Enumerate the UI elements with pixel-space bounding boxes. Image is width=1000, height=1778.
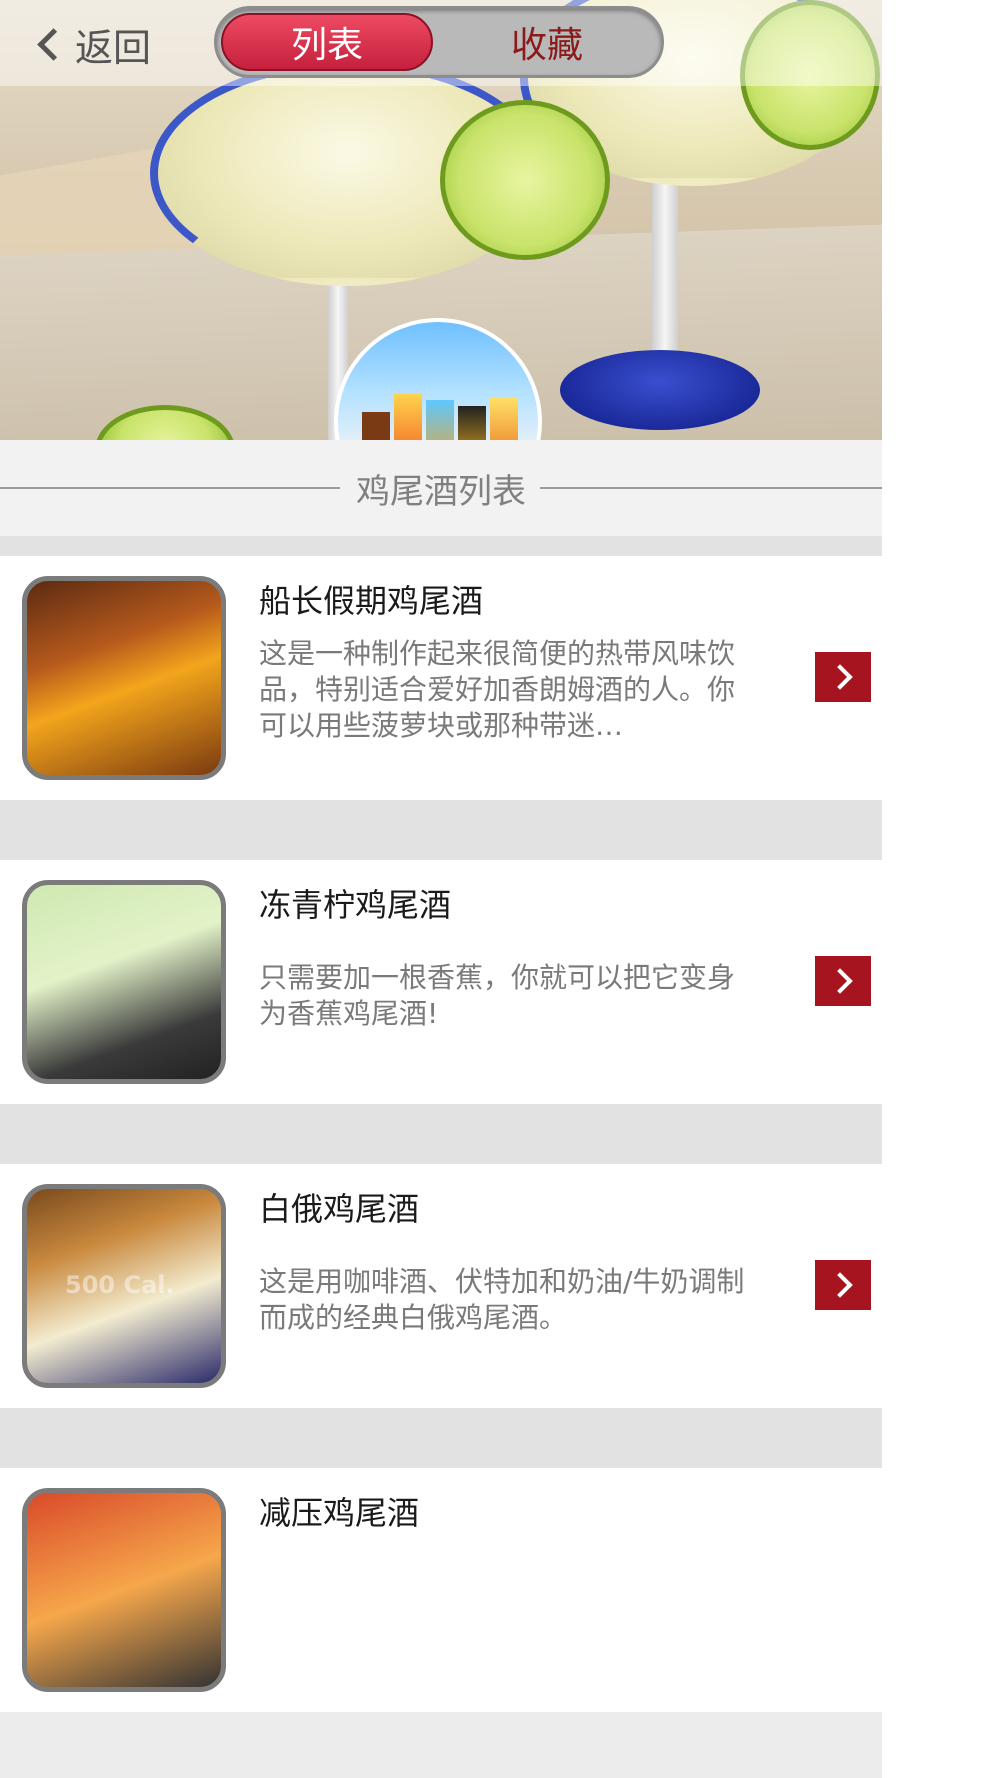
chevron-left-icon (37, 27, 70, 61)
drink-glass (490, 398, 518, 440)
cocktail-thumbnail (22, 576, 226, 780)
cocktail-thumbnail: 500 Cal. (22, 1184, 226, 1388)
list-item[interactable]: 船长假期鸡尾酒 这是一种制作起来很简便的热带风味饮品，特别适合爱好加香朗姆酒的人… (0, 556, 882, 800)
chevron-right-icon (827, 1272, 853, 1298)
separator (0, 1104, 882, 1164)
chevron-right-icon (827, 664, 853, 690)
separator (0, 800, 882, 860)
item-description: 这是一种制作起来很简便的热带风味饮品，特别适合爱好加香朗姆酒的人。你可以用些菠萝… (259, 637, 736, 742)
drink-glass (394, 394, 422, 440)
drink-glass (458, 406, 486, 440)
section-title: 鸡尾酒列表 (342, 463, 540, 513)
list-item[interactable]: 冻青柠鸡尾酒 只需要加一根香蕉，你就可以把它变身为香蕉鸡尾酒! (0, 860, 882, 1104)
divider-line (540, 487, 882, 489)
drink-glass (362, 412, 390, 440)
detail-arrow-button[interactable] (815, 652, 871, 702)
tab-favorites[interactable]: 收藏 (439, 13, 655, 71)
glass-base (560, 350, 760, 430)
item-title: 冻青柠鸡尾酒 (259, 886, 452, 924)
segmented-control: 列表 收藏 (214, 6, 664, 78)
back-button[interactable]: 返回 (36, 20, 151, 70)
thumbnail-watermark: 500 Cal. (65, 1271, 175, 1299)
glass-stem (652, 180, 678, 360)
detail-arrow-button[interactable] (815, 956, 871, 1006)
separator (0, 536, 882, 556)
app-screen: 返回 列表 收藏 鸡尾酒列表 船长假期鸡尾酒 这是一种制作起来很简便的热带风味饮… (0, 0, 882, 1778)
item-title: 白俄鸡尾酒 (259, 1190, 420, 1228)
list-item[interactable]: 减压鸡尾酒 (0, 1468, 882, 1712)
section-header: 鸡尾酒列表 (0, 440, 882, 536)
cocktail-thumbnail (22, 1488, 226, 1692)
item-description: 这是用咖啡酒、伏特加和奶油/牛奶调制而成的经典白俄鸡尾酒。 (259, 1265, 745, 1334)
divider-line (0, 487, 340, 489)
cocktail-thumbnail (22, 880, 226, 1084)
item-description: 只需要加一根香蕉，你就可以把它变身为香蕉鸡尾酒! (259, 961, 736, 1030)
separator (0, 1408, 882, 1468)
item-title: 减压鸡尾酒 (259, 1494, 420, 1532)
lime-slice (440, 100, 610, 260)
list-item[interactable]: 500 Cal. 白俄鸡尾酒 这是用咖啡酒、伏特加和奶油/牛奶调制而成的经典白俄… (0, 1164, 882, 1408)
detail-arrow-button[interactable] (815, 1260, 871, 1310)
back-label: 返回 (75, 25, 152, 70)
hero-banner: 返回 列表 收藏 (0, 0, 882, 440)
item-title: 船长假期鸡尾酒 (259, 582, 484, 620)
tab-list[interactable]: 列表 (221, 13, 433, 71)
drink-glass (426, 400, 454, 440)
chevron-right-icon (827, 968, 853, 994)
